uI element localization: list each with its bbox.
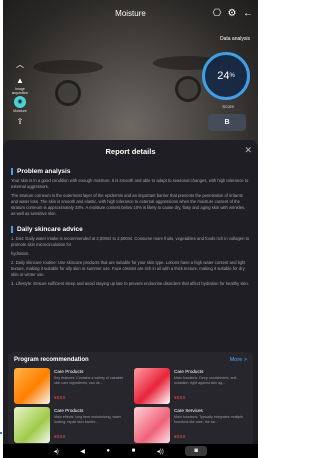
section-title: Daily skincare advice	[17, 226, 83, 233]
product-name: Care Products	[54, 408, 84, 413]
back-icon[interactable]: ◀	[80, 448, 85, 455]
problem-analysis-heading: Problem analysis	[11, 168, 250, 175]
back-arrow-icon[interactable]: ←	[242, 8, 254, 20]
report-title: Report details	[105, 147, 156, 156]
indicator-dot	[0, 432, 2, 434]
moisture-percent-ring: 24%	[202, 52, 250, 100]
tool-label: Moisture	[13, 109, 27, 113]
moisture-tool[interactable]: ◉ Moisture	[11, 96, 29, 113]
mountain-image-icon: ▲	[16, 76, 24, 85]
product-price: ¥XXX	[54, 434, 66, 439]
right-eye	[175, 76, 201, 102]
moisture-percent-value: 24	[217, 70, 230, 82]
chevron-up-icon: ︿	[16, 60, 24, 69]
red-product-image	[134, 368, 170, 404]
tool-label: Image acquisition	[11, 87, 29, 95]
score-label: Score	[222, 104, 234, 109]
camera-switch-icon[interactable]: ⎔	[211, 8, 223, 20]
close-icon[interactable]: ✕	[244, 145, 252, 156]
product-name: Care Products	[174, 369, 204, 374]
upload-icon: ⇪	[16, 117, 24, 126]
home-icon[interactable]: ●	[106, 448, 110, 454]
report-header: Report details ✕	[3, 140, 258, 162]
recents-icon[interactable]: ■	[132, 448, 136, 454]
collapse-tools-button[interactable]: ︿	[11, 60, 29, 70]
image-acquisition-tool[interactable]: ▲ Image acquisition	[11, 76, 29, 95]
system-nav-bar: ◂) ◀ ● ■ ◂)) ◙	[3, 444, 258, 458]
recommendation-title: Program recommendation	[14, 357, 89, 363]
product-item[interactable]: Care Services Main functions: Typically …	[134, 407, 250, 443]
moisture-icon: ◉	[14, 96, 26, 108]
left-eye	[55, 80, 81, 106]
product-item[interactable]: Care Products Key features: Contains a v…	[14, 368, 130, 404]
percent-unit: %	[229, 73, 235, 79]
product-desc: Main functions: Deep nourishment, anti-o…	[174, 376, 238, 385]
product-desc: Key features: Contains a variety of valu…	[54, 376, 124, 385]
volume-up-icon[interactable]: ◂))	[157, 448, 164, 455]
problem-paragraph-2: The stratum corneum is the outermost lay…	[11, 193, 246, 216]
screenshot-camera-icon[interactable]: ◙	[185, 446, 208, 456]
export-tool[interactable]: ⇪	[11, 117, 29, 127]
product-name: Care Products	[54, 369, 84, 374]
product-item[interactable]: Care Products Main effects: long term mo…	[14, 407, 130, 443]
program-recommendation-card: Program recommendation More > Care Produ…	[8, 352, 253, 446]
product-price: ¥XXX	[174, 434, 186, 439]
section-title: Problem analysis	[17, 168, 71, 175]
more-link[interactable]: More >	[230, 357, 247, 363]
data-analysis-link[interactable]: Data analysis	[220, 36, 250, 42]
product-price: ¥XXX	[54, 395, 66, 400]
advice-routine: 2. Daily skincare routine: Use skincare …	[11, 260, 246, 277]
volume-down-icon[interactable]: ◂)	[54, 448, 59, 455]
product-name: Care Services	[174, 408, 203, 413]
left-eyebrow	[33, 60, 103, 74]
product-item[interactable]: Care Products Main functions: Deep nouri…	[134, 368, 250, 404]
settings-icon[interactable]: ⚙	[226, 8, 238, 20]
product-price: ¥XXX	[174, 395, 186, 400]
orange-product-image	[14, 368, 50, 404]
green-product-image	[14, 407, 50, 443]
product-desc: Main effects: long term moisturizing, wa…	[54, 415, 122, 424]
advice-diet-cont: hydration.	[11, 251, 30, 256]
advice-diet: 1. Diet: Daily water intake is recommend…	[11, 236, 250, 247]
top-bar: Moisture ⎔ ⚙ ←	[3, 0, 258, 32]
section-accent-bar	[11, 226, 13, 233]
daily-advice-heading: Daily skincare advice	[11, 226, 250, 233]
pink-product-image	[134, 407, 170, 443]
app-screen: Moisture ⎔ ⚙ ← Data analysis 24% Score B…	[3, 0, 258, 458]
score-grade: B	[208, 114, 246, 131]
problem-paragraph-1: Your skin is in a good condition with en…	[11, 178, 249, 189]
advice-lifestyle: 3. Lifestyle: Ensure sufficient sleep an…	[11, 281, 249, 286]
product-desc: Main functions: Typically integrates mul…	[174, 415, 244, 424]
section-accent-bar	[11, 168, 13, 175]
